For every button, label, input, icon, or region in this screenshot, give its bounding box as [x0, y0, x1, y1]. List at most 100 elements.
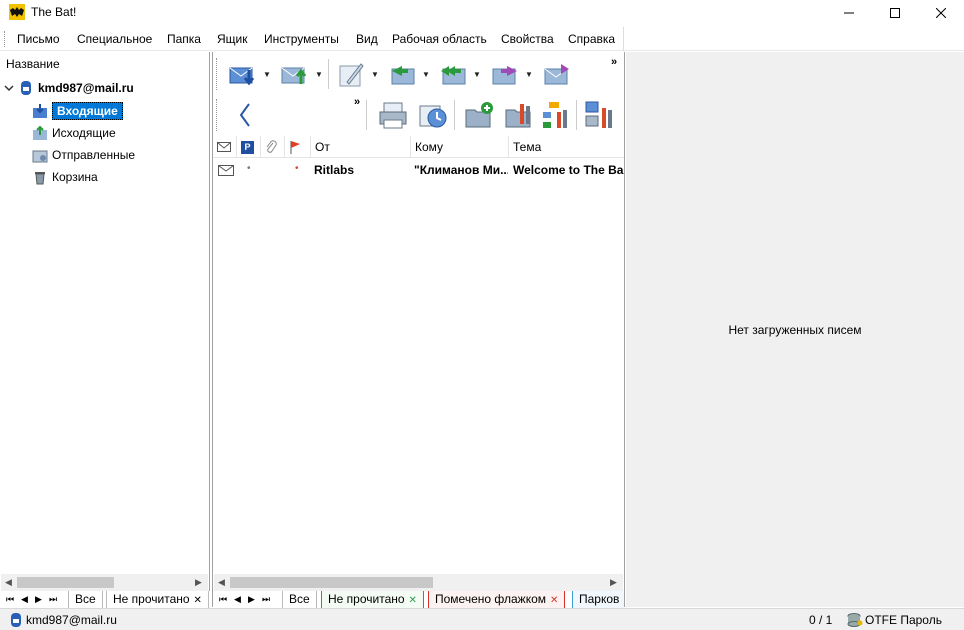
menu-view[interactable]: Вид [356, 32, 378, 46]
scrollbar-thumb[interactable] [230, 577, 433, 588]
next-page-icon[interactable]: ▶ [35, 594, 42, 605]
tab-unread[interactable]: Не прочитано ✕ [321, 591, 424, 609]
forward-icon [492, 66, 517, 85]
menu-help[interactable]: Справка [568, 32, 615, 46]
column-priority[interactable]: P [237, 136, 261, 158]
address-book-button[interactable] [375, 99, 411, 131]
column-to[interactable]: Кому [411, 136, 509, 158]
toolbar-overflow-icon[interactable]: » [354, 96, 360, 108]
forward-dropdown-icon[interactable]: ▼ [525, 58, 533, 90]
reply-dropdown-icon[interactable]: ▼ [422, 58, 430, 90]
back-button[interactable] [227, 99, 263, 131]
toolbar-messages: ▼ ▼ ▼ ▼ ▼ ▼ » [213, 54, 624, 94]
scroll-left-arrow-icon[interactable]: ◀ [218, 577, 225, 588]
menu-workspace[interactable]: Рабочая область [392, 32, 487, 46]
menu-divider [623, 27, 624, 51]
flag-icon [290, 141, 300, 154]
empty-preview-text: Нет загруженных писем [728, 323, 862, 337]
message-to: "Климанов Ми... [414, 163, 508, 177]
reply-all-icon [441, 66, 466, 85]
paperclip-icon [266, 140, 277, 153]
new-message-button[interactable] [333, 58, 369, 90]
sorting-office-button[interactable] [538, 99, 574, 131]
account-properties-button[interactable] [581, 99, 617, 131]
prev-page-icon[interactable]: ◀ [234, 594, 241, 605]
first-page-icon[interactable]: ⏮ [6, 594, 14, 605]
scroll-right-arrow-icon[interactable]: ▶ [610, 577, 617, 588]
menu-folder[interactable]: Папка [167, 32, 201, 46]
folder-pane-scrollbar[interactable]: ◀ ▶ [1, 574, 208, 591]
message-list-scrollbar[interactable]: ◀ ▶ [214, 574, 623, 591]
scrollbar-thumb[interactable] [17, 577, 114, 588]
status-account: kmd987@mail.ru [26, 613, 117, 627]
folder-sent[interactable]: Отправленные [32, 145, 135, 165]
scheduler-button[interactable] [415, 99, 451, 131]
folder-inbox[interactable]: Входящие [32, 101, 123, 121]
toolbar-grip[interactable] [216, 99, 218, 131]
tab-unread-label: Не прочитано [328, 592, 405, 606]
folder-column-header[interactable]: Название [6, 57, 60, 71]
scroll-left-arrow-icon[interactable]: ◀ [5, 577, 12, 588]
redirect-button[interactable] [539, 58, 575, 90]
get-mail-button[interactable] [225, 58, 261, 90]
reply-all-button[interactable] [435, 58, 471, 90]
scroll-right-arrow-icon[interactable]: ▶ [195, 577, 202, 588]
new-folder-icon [465, 102, 493, 128]
forward-button[interactable] [487, 58, 523, 90]
menu-properties[interactable]: Свойства [501, 32, 554, 46]
title-bar: The Bat! [0, 0, 964, 26]
close-button[interactable] [918, 0, 964, 26]
column-status[interactable] [213, 136, 237, 158]
outbox-icon [33, 125, 47, 140]
close-tab-icon[interactable]: ✕ [194, 595, 202, 606]
send-mail-button[interactable] [277, 58, 313, 90]
redirect-icon [544, 64, 569, 85]
folder-trash[interactable]: Корзина [32, 167, 98, 187]
account-label: kmd987@mail.ru [38, 81, 134, 95]
message-list-pane: ▼ ▼ ▼ ▼ ▼ ▼ » » P От Кому Тема • • Ritla… [212, 52, 625, 609]
toolbar-grip[interactable] [216, 58, 218, 90]
menu-tools[interactable]: Инструменты [264, 32, 339, 46]
menu-grip[interactable] [4, 31, 6, 47]
menu-bar: Письмо Специальное Папка Ящик Инструмент… [0, 27, 964, 51]
new-message-dropdown-icon[interactable]: ▼ [371, 58, 379, 90]
toolbar-overflow-icon[interactable]: » [611, 56, 617, 68]
mailbox-account-icon [21, 81, 31, 95]
account-node[interactable]: kmd987@mail.ru [4, 78, 134, 98]
tab-parked[interactable]: Парков [572, 591, 624, 609]
trash-icon [35, 172, 45, 185]
folder-outbox[interactable]: Исходящие [32, 123, 116, 143]
menu-mailbox[interactable]: Ящик [217, 32, 248, 46]
tab-all[interactable]: Все [68, 591, 103, 609]
folder-inbox-label: Входящие [52, 102, 123, 120]
tab-unread[interactable]: Не прочитано ✕ [106, 591, 209, 609]
chevron-down-icon[interactable] [4, 83, 14, 93]
reply-all-dropdown-icon[interactable]: ▼ [473, 58, 481, 90]
tab-flagged[interactable]: Помечено флажком ✕ [428, 591, 566, 609]
minimize-button[interactable] [826, 0, 872, 26]
next-page-icon[interactable]: ▶ [248, 594, 255, 605]
reply-button[interactable] [384, 58, 420, 90]
maximize-button[interactable] [872, 0, 918, 26]
column-attachment[interactable] [261, 136, 285, 158]
last-page-icon[interactable]: ⏭ [49, 594, 57, 605]
prev-page-icon[interactable]: ◀ [21, 594, 28, 605]
column-flag[interactable] [285, 136, 311, 158]
folder-properties-button[interactable] [501, 99, 537, 131]
send-mail-dropdown-icon[interactable]: ▼ [315, 58, 323, 90]
column-from[interactable]: От [311, 136, 411, 158]
folder-filter-tabs: ⏮ ◀ ▶ ⏭ Все Не прочитано ✕ [0, 591, 210, 609]
first-page-icon[interactable]: ⏮ [219, 594, 227, 605]
menu-special[interactable]: Специальное [77, 32, 152, 46]
last-page-icon[interactable]: ⏭ [262, 594, 270, 605]
close-tab-icon[interactable]: ✕ [409, 595, 417, 606]
close-tab-icon[interactable]: ✕ [550, 595, 558, 606]
new-folder-button[interactable] [461, 99, 497, 131]
message-subject: Welcome to The Ba [513, 163, 624, 177]
status-otfe-password[interactable]: OTFE Пароль [865, 613, 942, 627]
menu-letter[interactable]: Письмо [17, 32, 60, 46]
column-subject[interactable]: Тема [509, 136, 624, 158]
get-mail-dropdown-icon[interactable]: ▼ [263, 58, 271, 90]
tab-all[interactable]: Все [282, 591, 317, 609]
message-row[interactable]: • • Ritlabs "Климанов Ми... Welcome to T… [213, 160, 624, 180]
